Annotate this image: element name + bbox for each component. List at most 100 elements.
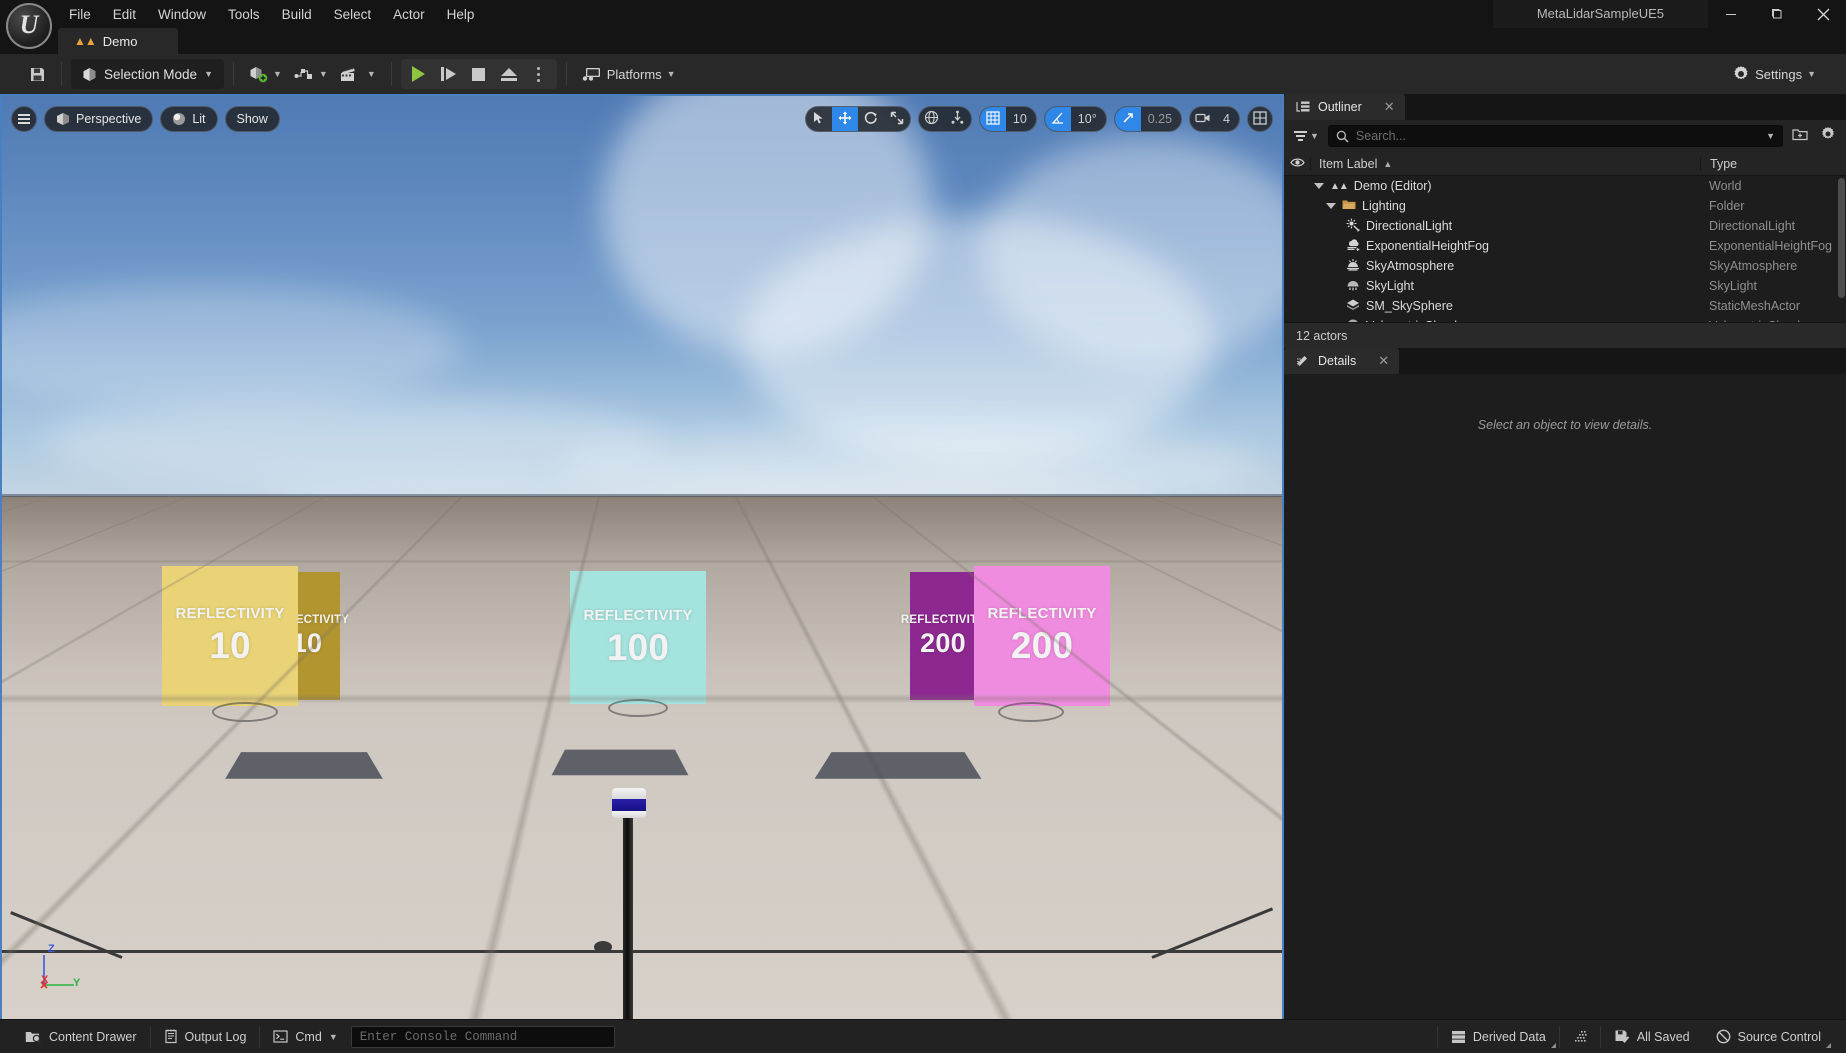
level-viewport[interactable]: REFLECTIVITY 10 REFLECTIVITY 10 REFLECTI… — [0, 94, 1284, 1019]
outliner-row-sm-skysphere[interactable]: SM_SkySphere StaticMeshActor — [1284, 296, 1846, 316]
viewport-layout-button[interactable] — [1247, 106, 1273, 132]
minimize-button[interactable] — [1708, 0, 1754, 28]
outliner-row-lighting[interactable]: Lighting Folder — [1284, 196, 1846, 216]
camera-speed-value[interactable]: 4 — [1216, 107, 1239, 131]
console-command-input[interactable]: Enter Console Command — [350, 1025, 615, 1048]
outliner-row-text: Lighting — [1362, 199, 1406, 213]
outliner-row-skyatmosphere[interactable]: SkyAtmosphere SkyAtmosphere — [1284, 256, 1846, 276]
unreal-logo-icon[interactable]: U — [6, 3, 52, 49]
lit-sphere-icon — [172, 112, 186, 126]
stop-button[interactable] — [464, 59, 494, 89]
main-toolbar: Selection Mode ▼ ▼ ▼ ▼ Platforms ▼ Setti… — [0, 54, 1846, 94]
close-icon[interactable]: ✕ — [1378, 353, 1389, 369]
outliner-row-volumetriccloud[interactable]: VolumetricCloud VolumetricCloud — [1284, 316, 1846, 322]
maximize-button[interactable] — [1754, 0, 1800, 28]
close-icon[interactable]: ✕ — [1384, 99, 1395, 115]
outliner-row-skylight[interactable]: SkyLight SkyLight — [1284, 276, 1846, 296]
content-drawer-button[interactable]: Content Drawer — [12, 1023, 150, 1051]
eject-button[interactable] — [494, 59, 524, 89]
scale-snap-toggle[interactable] — [1114, 107, 1141, 131]
expander-icon[interactable] — [1314, 183, 1324, 189]
scale-snap-group: 0.25 — [1113, 106, 1183, 132]
play-button[interactable] — [404, 59, 434, 89]
outliner-new-folder-button[interactable] — [1789, 124, 1811, 149]
cube-reflectivity-200[interactable]: REFLECTIVITY 200 REFLECTIVITY 200 — [901, 566, 1110, 722]
outliner-filter-button[interactable]: ▼ — [1291, 128, 1322, 144]
grid-snap-toggle[interactable] — [979, 107, 1006, 131]
outliner-row-exponentialheightfog[interactable]: ExponentialHeightFog ExponentialHeightFo… — [1284, 236, 1846, 256]
outliner-row-directionallight[interactable]: DirectionalLight DirectionalLight — [1284, 216, 1846, 236]
output-log-button[interactable]: Output Log — [151, 1023, 260, 1051]
scale-snap-value[interactable]: 0.25 — [1141, 107, 1181, 131]
grid-snap-icon — [986, 110, 1000, 128]
outliner-row-demo[interactable]: ▲▲ Demo (Editor) World — [1284, 176, 1846, 196]
camera-mode-button[interactable]: Perspective — [44, 106, 154, 132]
filter-icon — [1294, 131, 1307, 141]
add-actor-button[interactable]: ▼ — [243, 59, 288, 89]
show-menu-button[interactable]: Show — [224, 106, 280, 132]
platforms-button[interactable]: Platforms ▼ — [576, 59, 682, 89]
cube-reflectivity-100[interactable]: REFLECTIVITY 100 — [570, 571, 710, 717]
translate-tool-button[interactable] — [831, 107, 858, 131]
folder-icon — [1342, 199, 1356, 213]
outliner-search-input[interactable] — [1355, 129, 1760, 143]
world-coords-button[interactable] — [919, 107, 945, 131]
cmd-button[interactable]: Cmd ▼ — [260, 1023, 350, 1051]
tab-details[interactable]: Details ✕ — [1284, 348, 1400, 374]
angle-snap-toggle[interactable] — [1044, 107, 1071, 131]
menu-item-file[interactable]: File — [58, 3, 102, 26]
source-control-button[interactable]: Source Control — [1703, 1023, 1834, 1051]
cube-reflectivity-10[interactable]: REFLECTIVITY 10 REFLECTIVITY 10 — [162, 566, 362, 722]
camera-speed-button[interactable] — [1190, 107, 1216, 131]
menu-item-tools[interactable]: Tools — [217, 3, 271, 26]
all-saved-button[interactable]: All Saved — [1601, 1023, 1703, 1051]
menu-item-help[interactable]: Help — [436, 3, 486, 26]
lidar-sensor[interactable] — [610, 788, 648, 1019]
save-button[interactable] — [22, 59, 52, 89]
toolbar-divider-4 — [565, 62, 567, 86]
level-tab-strip: ▲▲ Demo — [0, 28, 1846, 54]
menu-item-select[interactable]: Select — [323, 3, 383, 26]
grid-snap-value[interactable]: 10 — [1006, 107, 1036, 131]
eye-icon — [1289, 157, 1305, 171]
outliner-search-box[interactable]: ▼ — [1327, 125, 1783, 147]
saved-icon — [1614, 1029, 1630, 1044]
select-tool-button[interactable] — [806, 107, 832, 131]
cinematics-button[interactable]: ▼ — [334, 59, 382, 89]
outliner-tree[interactable]: ▲▲ Demo (Editor) World Lighting Folder D… — [1284, 176, 1846, 322]
blueprints-button[interactable]: ▼ — [288, 59, 334, 89]
platforms-label: Platforms — [606, 66, 662, 82]
menu-item-build[interactable]: Build — [271, 3, 323, 26]
skip-play-button[interactable] — [434, 59, 464, 89]
menu-item-actor[interactable]: Actor — [382, 3, 436, 26]
outliner-row-label: Lighting — [1284, 199, 1700, 213]
view-mode-button[interactable]: Lit — [160, 106, 218, 132]
column-item-label[interactable]: Item Label ▲ — [1310, 156, 1700, 171]
lidar-base — [594, 941, 612, 953]
column-type[interactable]: Type — [1700, 156, 1846, 171]
chevron-down-icon[interactable]: ▼ — [1766, 131, 1775, 141]
column-visibility[interactable] — [1284, 157, 1310, 171]
viewport-menu-button[interactable] — [11, 106, 37, 132]
menu-item-window[interactable]: Window — [147, 3, 217, 26]
outliner-settings-button[interactable] — [1817, 123, 1839, 150]
close-button[interactable] — [1800, 0, 1846, 28]
surface-snap-button[interactable] — [945, 107, 971, 131]
tab-outliner[interactable]: Outliner ✕ — [1284, 94, 1405, 120]
expander-icon[interactable] — [1326, 203, 1336, 209]
level-tab-demo[interactable]: ▲▲ Demo — [58, 28, 178, 54]
scale-tool-button[interactable] — [884, 107, 910, 131]
rotate-tool-button[interactable] — [858, 107, 884, 131]
stats-button[interactable] — [1560, 1023, 1600, 1051]
angle-snap-value[interactable]: 10° — [1071, 107, 1106, 131]
cube-100-title: REFLECTIVITY — [583, 606, 693, 624]
level-tab-label: Demo — [102, 33, 138, 49]
details-tab-label: Details — [1318, 354, 1357, 368]
menu-item-edit[interactable]: Edit — [102, 3, 147, 26]
derived-data-button[interactable]: Derived Data — [1438, 1023, 1559, 1051]
play-options-button[interactable] — [524, 59, 554, 89]
settings-button[interactable]: Settings ▼ — [1726, 59, 1822, 89]
cube-100-value: 100 — [606, 626, 670, 668]
selection-mode-button[interactable]: Selection Mode ▼ — [71, 59, 224, 89]
outliner-scrollbar[interactable] — [1838, 178, 1845, 298]
